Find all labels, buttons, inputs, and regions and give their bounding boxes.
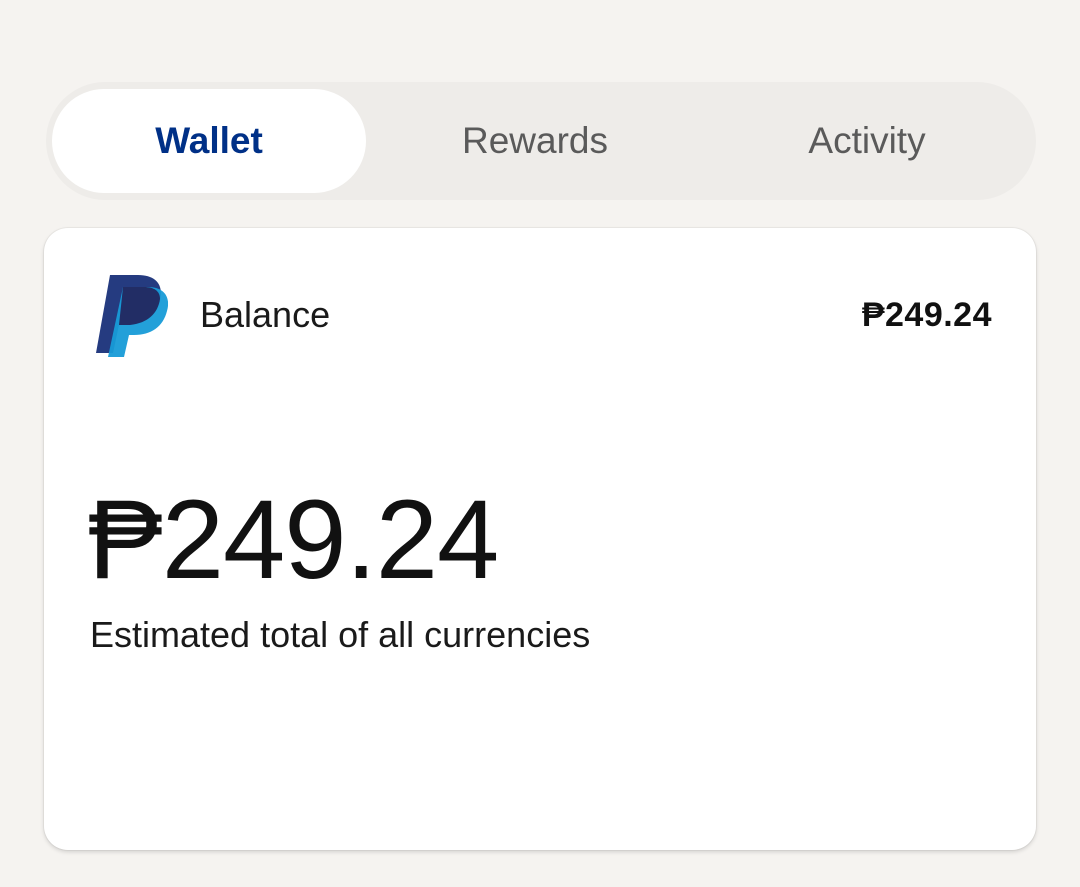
tab-activity[interactable]: Activity <box>704 89 1030 193</box>
total-balance-caption: Estimated total of all currencies <box>90 614 591 655</box>
tab-wallet[interactable]: Wallet <box>52 89 366 193</box>
tab-rewards[interactable]: Rewards <box>366 89 704 193</box>
balance-amount-summary: ₱249.24 <box>861 295 992 334</box>
paypal-logo-icon <box>96 275 168 357</box>
balance-card[interactable]: Balance ₱249.24 ₱249.24 Estimated total … <box>44 228 1036 850</box>
balance-card-header: Balance ₱249.24 <box>96 272 992 358</box>
balance-label: Balance <box>200 294 331 335</box>
total-balance-amount: ₱249.24 <box>88 477 499 602</box>
tab-bar: Wallet Rewards Activity <box>46 82 1036 200</box>
